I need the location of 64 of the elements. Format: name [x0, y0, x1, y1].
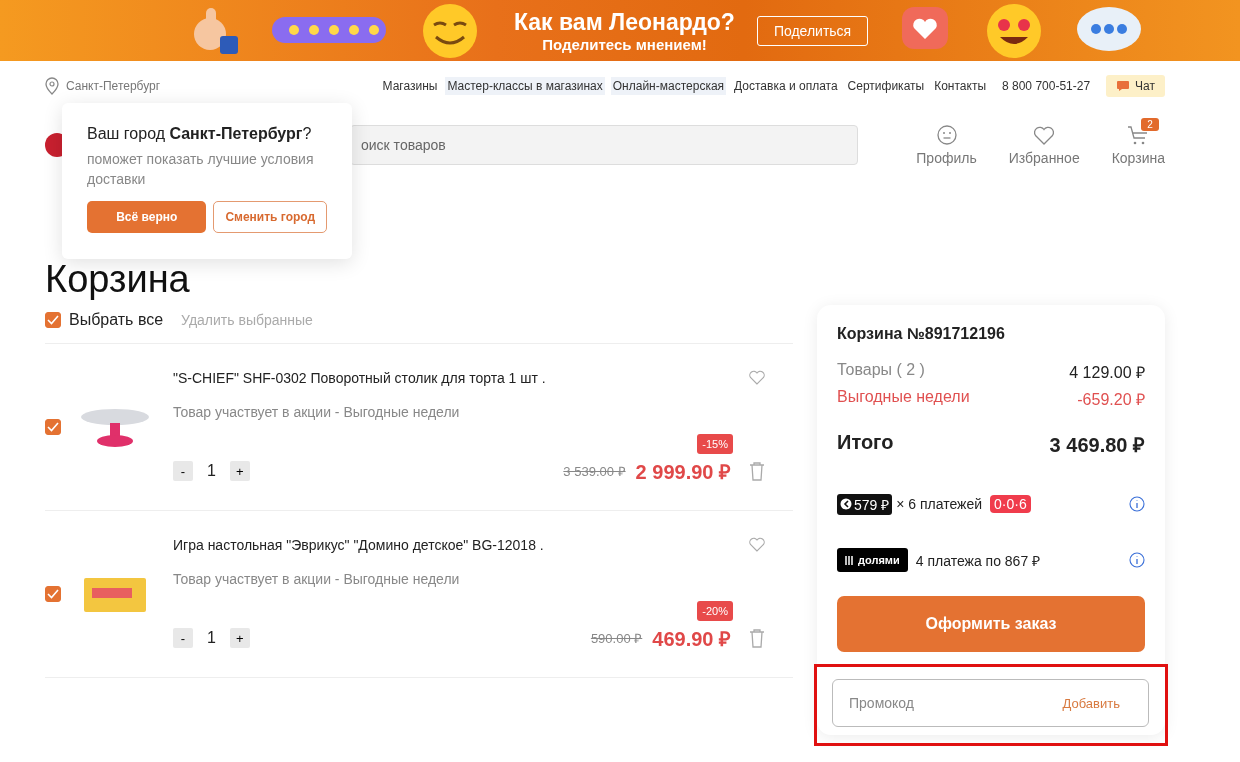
banner-subtitle: Поделитесь мнением! [542, 35, 707, 53]
heart-icon [749, 369, 765, 385]
heart-icon [749, 536, 765, 552]
page-title: Корзина [45, 257, 191, 301]
header-action[interactable]: Профиль [916, 116, 977, 166]
increase-button[interactable]: + [229, 461, 250, 481]
phone-number: 8 800 700-51-27 [1002, 79, 1091, 93]
discount-badge: -15% [697, 433, 733, 454]
price: 469.90 ₽ [652, 626, 731, 652]
info-icon [1129, 496, 1145, 512]
banner-title: Как вам Леонардо? [514, 8, 735, 36]
nav-link[interactable]: Мастер-классы в магазинах [445, 77, 605, 95]
summary-value: 4 129.00 ₽ [1069, 363, 1145, 383]
old-price: 590.00 ₽ [590, 630, 643, 647]
decrease-button[interactable]: - [173, 628, 193, 648]
product-title[interactable]: Игра настольная "Эврикус" "Домино детское" BG-12018 . [173, 536, 544, 553]
decrease-button[interactable]: - [173, 461, 193, 481]
trash-icon [749, 628, 765, 648]
nav-link[interactable]: Доставка и оплата [732, 77, 840, 95]
split-badge: 579 ₽ [837, 493, 893, 515]
dolyami-badge: долями [837, 548, 908, 572]
cart-number: Корзина №891712196 [837, 325, 1006, 343]
select-all-label[interactable]: Выбрать все [69, 311, 164, 329]
nav-link[interactable]: Магазины [380, 77, 440, 95]
heart-icon [1033, 124, 1056, 146]
count-badge: 2 [1141, 118, 1159, 131]
header-action[interactable]: Избранное [1008, 116, 1080, 166]
popup-hint: поможет показать лучшие условия доставки [87, 150, 315, 189]
summary-value: -659.20 ₽ [1077, 390, 1145, 410]
old-price: 3 539.00 ₽ [563, 463, 626, 480]
nav-link[interactable]: Онлайн-мастерская [610, 77, 727, 95]
promo-note: Товар участвует в акции - Выгодные недели [173, 403, 461, 420]
product-title[interactable]: "S-CHIEF" SHF-0302 Поворотный столик для торта 1 шт . [173, 369, 546, 386]
checkbox[interactable] [45, 586, 61, 602]
info-icon [1129, 552, 1145, 568]
installment-tag: 0·0·6 [990, 495, 1031, 513]
location-pin-icon [45, 77, 59, 95]
quantity-value: 1 [207, 462, 216, 480]
price: 2 999.90 ₽ [635, 459, 731, 485]
nav-link[interactable]: Контакты [932, 77, 988, 95]
summary-label: Выгодные недели [837, 388, 970, 407]
nav-link[interactable]: Сертификаты [845, 77, 927, 95]
header-action[interactable]: 2 Корзина [1111, 116, 1165, 166]
search-field[interactable]: оиск товаров [350, 125, 858, 165]
increase-button[interactable]: + [229, 628, 250, 648]
city-link[interactable]: Санкт-Петербург [66, 79, 161, 93]
chat-icon [1116, 80, 1131, 92]
split-logo-icon [840, 498, 852, 510]
promo-note: Товар участвует в акции - Выгодные недели [173, 570, 461, 587]
bars-icon [845, 555, 855, 565]
summary-label: Товары ( 2 ) [837, 361, 925, 380]
total-label: Итого [837, 431, 894, 455]
checkbox[interactable] [45, 419, 61, 435]
checkbox[interactable] [45, 312, 61, 328]
quantity-value: 1 [207, 629, 216, 647]
installment-text: × 6 платежей [896, 496, 983, 512]
smiley-icon [935, 124, 958, 146]
smiley-icon [420, 2, 480, 59]
trash-icon [749, 461, 765, 481]
discount-badge: -20% [697, 600, 733, 621]
chat-button[interactable]: Чат [1106, 75, 1165, 97]
popup-question: Ваш город Санкт-Петербург? [87, 125, 313, 143]
total-value: 3 469.80 ₽ [1049, 433, 1145, 458]
installment-text: 4 платежа по 867 ₽ [915, 551, 1041, 570]
